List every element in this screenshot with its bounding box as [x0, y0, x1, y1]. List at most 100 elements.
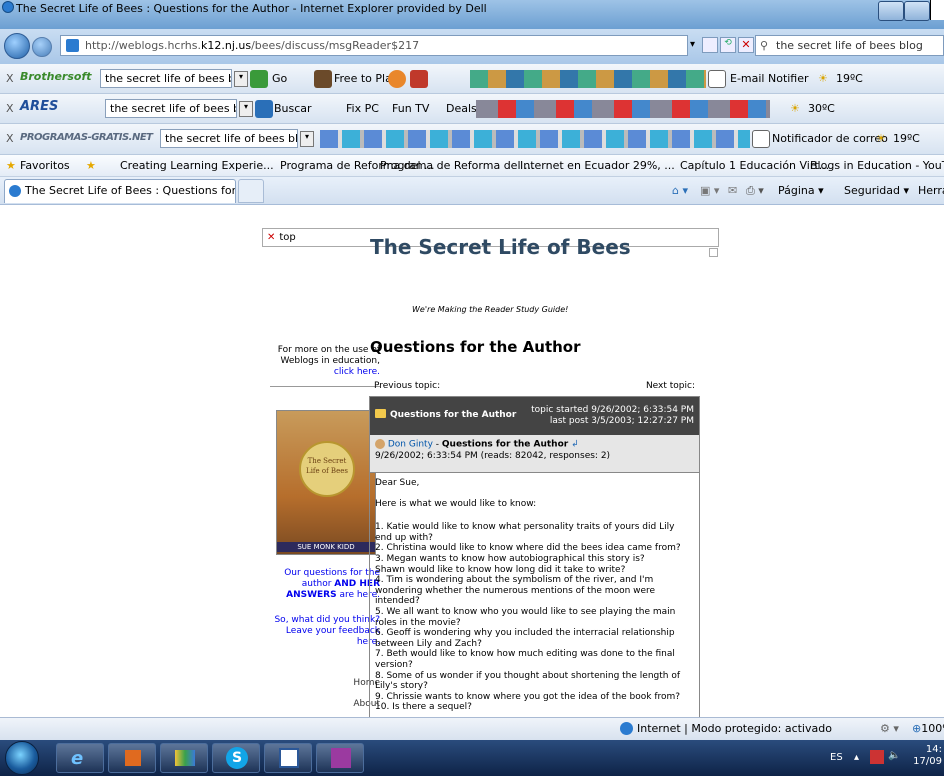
ares-app-icons[interactable] — [476, 100, 770, 118]
read-mail-icon[interactable]: ✉ — [728, 184, 737, 197]
notificador-label[interactable]: Notificador de correo — [772, 132, 888, 145]
protected-mode-icon[interactable]: ⚙ ▾ — [880, 722, 899, 735]
taskbar-users-icon[interactable] — [160, 743, 208, 773]
stop-icon[interactable]: ✕ — [738, 37, 754, 53]
window-title: The Secret Life of Bees : Questions for … — [16, 2, 487, 15]
book-cover-image[interactable]: The Secret Life of Bees SUE MONK KIDD — [276, 410, 376, 555]
taskbar-word-icon[interactable] — [264, 743, 312, 773]
previous-topic[interactable]: Previous topic: — [374, 381, 440, 391]
email-notifier-label[interactable]: E-mail Notifier — [730, 72, 809, 85]
brothersoft-search-value: the secret life of bees blog — [105, 72, 231, 85]
favorite-item[interactable]: Creating Learning Experie... — [120, 159, 274, 172]
favorite-item[interactable]: Programa de Reforma del ... — [380, 159, 535, 172]
buscar-label[interactable]: Buscar — [274, 102, 312, 115]
zoom-level[interactable]: ⊕100% — [912, 722, 944, 735]
address-bar-row: http://weblogs.hcrhs.k12.nj.us/bees/disc… — [0, 29, 944, 64]
favorites-star-icon[interactable]: ★ — [6, 159, 16, 172]
brothersoft-search-field[interactable]: the secret life of bees blog — [100, 69, 232, 88]
favorite-item[interactable]: Blogs in Education - YouT... — [810, 159, 944, 172]
message-author[interactable]: Don Ginty — [388, 440, 433, 450]
reply-arrow-icon[interactable]: ↲ — [571, 440, 579, 450]
back-button[interactable] — [4, 33, 30, 59]
weblogs-link[interactable]: click here. — [334, 367, 380, 377]
tray-arrow-icon[interactable]: ▴ — [854, 752, 859, 763]
security-zone[interactable]: Internet | Modo protegido: activado — [637, 722, 832, 735]
nav-home-link[interactable]: Home — [270, 678, 380, 689]
brothersoft-dropdown-icon[interactable]: ▾ — [234, 71, 248, 87]
taskbar-ie-icon[interactable]: e — [56, 743, 104, 773]
ie-tab-icon — [9, 185, 21, 197]
taskbar-onenote-icon[interactable] — [316, 743, 364, 773]
start-button[interactable] — [5, 741, 39, 775]
weather-sun-icon: ☀ — [876, 132, 886, 145]
question-line: 1. Katie would like to know what persona… — [375, 522, 675, 543]
forward-button[interactable] — [32, 37, 52, 57]
feedback-link[interactable]: So, what did you think? Leave your feedb… — [270, 615, 380, 648]
ares-search-field[interactable]: the secret life of bees blog — [105, 99, 237, 118]
safety-menu[interactable]: Seguridad ▾ — [844, 184, 909, 197]
refresh-icon[interactable]: ⟲ — [720, 37, 736, 53]
topic-last-post: last post 3/5/2003; 12:27:27 PM — [549, 416, 694, 426]
compatibility-icon[interactable] — [702, 37, 718, 53]
broken-image-icon: ✕ — [267, 232, 276, 243]
maximize-button[interactable] — [904, 1, 930, 21]
programas-app-icons[interactable] — [320, 130, 750, 148]
page-menu[interactable]: Página ▾ — [778, 184, 824, 197]
author-answers-link[interactable]: Our questions for the author AND HER ANS… — [270, 568, 380, 601]
nav-about-link[interactable]: About — [270, 699, 380, 710]
brothersoft-app-icons[interactable] — [470, 70, 706, 88]
close-toolbar-icon[interactable]: X — [6, 72, 14, 85]
volume-icon[interactable]: 🔈 — [888, 750, 900, 761]
weblogs-text: For more on the use of Weblogs in educat… — [277, 345, 380, 366]
question-line: 10. Is there a sequel? — [375, 702, 472, 713]
topic-name[interactable]: Questions for the Author — [390, 410, 516, 420]
buscar-icon[interactable] — [255, 100, 273, 118]
broken-image-alt: top — [279, 232, 296, 243]
browser-icon[interactable] — [388, 70, 406, 88]
ares-dropdown-icon[interactable]: ▾ — [239, 101, 253, 117]
deals-label[interactable]: Deals — [446, 102, 477, 115]
taskbar-outlook-icon[interactable] — [108, 743, 156, 773]
page-icon — [66, 39, 79, 52]
go-label[interactable]: Go — [272, 72, 287, 85]
fun-tv-label[interactable]: Fun TV — [392, 102, 429, 115]
clock[interactable]: 14: 17/09 — [913, 744, 942, 768]
site-title[interactable]: The Secret Life of Bees — [370, 235, 631, 259]
favorite-item[interactable]: Capítulo 1 Educación Virt... — [680, 159, 829, 172]
programas-dropdown-icon[interactable]: ▾ — [300, 131, 314, 147]
fix-pc-label[interactable]: Fix PC — [346, 102, 379, 115]
next-topic[interactable]: Next topic: — [646, 381, 695, 391]
print-icon[interactable]: ⎙ ▾ — [746, 184, 764, 198]
feeds-icon[interactable]: ▣ ▾ — [700, 184, 719, 197]
tools-menu[interactable]: Herramientas ▾ — [918, 184, 944, 197]
programas-search-field[interactable]: the secret life of bees blog — [160, 129, 298, 148]
tab-active[interactable]: The Secret Life of Bees : Questions for … — [4, 179, 236, 203]
question-line: 8. Some of us wonder if you thought abou… — [375, 670, 681, 692]
book-cover-title: The Secret Life of Bees — [299, 441, 355, 497]
window-title-bar[interactable]: The Secret Life of Bees : Questions for … — [0, 0, 944, 29]
zoom-icon: ⊕ — [912, 722, 922, 735]
minimize-button[interactable] — [878, 1, 904, 21]
taskbar-skype-icon[interactable]: S — [212, 743, 260, 773]
search-icon: ⚲ — [760, 39, 769, 52]
message-subject: Questions for the Author — [441, 439, 569, 450]
network-icon[interactable] — [870, 750, 884, 764]
question-line: Shawn would like to know how long did it… — [375, 564, 626, 575]
weather-sun-icon: ☀ — [790, 102, 800, 115]
app-icon[interactable] — [410, 70, 428, 88]
language-indicator[interactable]: ES — [830, 752, 843, 763]
home-icon[interactable]: ⌂ ▾ — [672, 184, 688, 197]
favorites-button[interactable]: Favoritos — [20, 159, 70, 172]
close-toolbar-icon[interactable]: X — [6, 132, 14, 145]
url-field[interactable]: http://weblogs.hcrhs.k12.nj.us/bees/disc… — [60, 35, 688, 56]
sidebar: For more on the use of Weblogs in educat… — [270, 345, 380, 387]
zoom-value: 100% — [921, 722, 944, 735]
search-input[interactable]: ⚲ the secret life of bees blog — [755, 35, 944, 56]
close-toolbar-icon[interactable]: X — [6, 102, 14, 115]
user-avatar-icon — [375, 439, 385, 449]
new-tab-button[interactable] — [238, 179, 264, 203]
add-favorite-icon[interactable]: ★ — [86, 159, 96, 172]
go-search-icon[interactable] — [250, 70, 268, 88]
favorite-item[interactable]: Internet en Ecuador 29%, ... — [520, 159, 675, 172]
dropdown-arrow-icon[interactable]: ▾ — [690, 39, 695, 50]
